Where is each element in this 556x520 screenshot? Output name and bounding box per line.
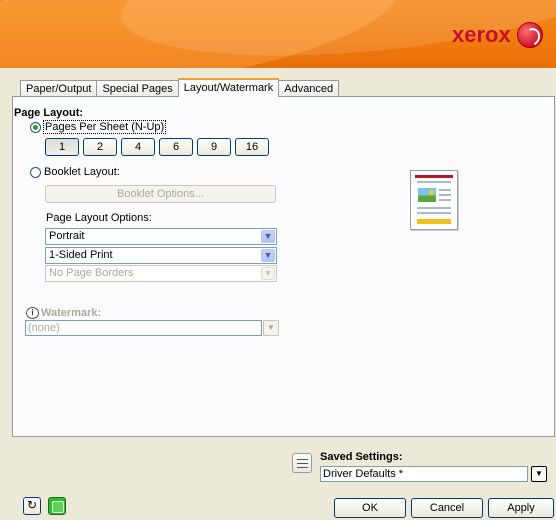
sides-select[interactable]: 1-Sided Print ▼ [45,247,277,264]
saved-settings-icon[interactable] [292,453,312,473]
status-icon[interactable] [48,497,66,515]
preview-footer-band [417,219,451,224]
apply-button[interactable]: Apply [488,498,554,518]
preview-text-line [417,207,451,209]
page-layout-title: Page Layout: [14,107,84,119]
dropdown-arrow-icon[interactable]: ▼ [261,249,275,262]
booklet-layout-radio[interactable]: Booklet Layout: [30,166,120,178]
preview-text-line [439,194,451,196]
booklet-layout-label: Booklet Layout: [44,166,120,178]
watermark-select[interactable]: (none) [25,320,262,336]
nup-2-button[interactable]: 2 [83,138,117,156]
preview-header-band [415,175,453,178]
dropdown-arrow-icon[interactable]: ▼ [531,466,547,482]
page-preview-icon [410,170,458,230]
sides-value: 1-Sided Print [49,249,113,261]
dropdown-arrow-icon: ▼ [261,267,275,280]
ok-button[interactable]: OK [334,498,406,518]
watermark-label: Watermark: [41,307,102,319]
restore-defaults-icon[interactable]: ↻ [23,497,41,515]
page-layout-options-label: Page Layout Options: [46,212,152,224]
watermark-info-icon: i [26,307,39,319]
pages-per-sheet-radio[interactable]: Pages Per Sheet (N-Up) [30,120,167,134]
saved-settings-select[interactable]: Driver Defaults * [320,466,528,482]
tab-special-pages[interactable]: Special Pages [96,80,179,97]
tab-bar: Paper/Output Special Pages Layout/Waterm… [20,78,340,97]
preview-text-line [417,212,451,214]
orientation-select[interactable]: Portrait ▼ [45,228,277,245]
orientation-value: Portrait [49,230,85,242]
radio-unselected-icon [30,166,41,178]
cancel-button[interactable]: Cancel [411,498,483,518]
xerox-banner: xerox [0,0,556,68]
nup-9-button[interactable]: 9 [197,138,231,156]
nup-button-group: 1 2 4 6 9 16 [45,138,269,156]
pages-per-sheet-label: Pages Per Sheet (N-Up) [42,120,167,134]
saved-settings-title: Saved Settings: [320,451,403,463]
nup-6-button[interactable]: 6 [159,138,193,156]
page-borders-select: No Page Borders ▼ [45,265,277,282]
preview-text-line [439,199,451,201]
preview-text-line [417,181,451,183]
watermark-title: i Watermark: [26,307,101,319]
radio-selected-icon [30,121,41,133]
nup-1-button[interactable]: 1 [45,138,79,156]
tab-layout-watermark[interactable]: Layout/Watermark [177,78,280,97]
preview-text-line [439,189,451,191]
xerox-logo-icon [517,22,543,48]
dropdown-arrow-icon[interactable]: ▼ [263,320,279,336]
preview-sun [429,190,434,195]
tab-paper-output[interactable]: Paper/Output [20,80,98,97]
nup-16-button[interactable]: 16 [235,138,269,156]
nup-4-button[interactable]: 4 [121,138,155,156]
xerox-logo-text: xerox [452,22,511,47]
tab-advanced[interactable]: Advanced [278,80,340,97]
booklet-options-button[interactable]: Booklet Options... [45,185,276,203]
dropdown-arrow-icon[interactable]: ▼ [261,230,275,243]
page-borders-value: No Page Borders [49,267,134,279]
